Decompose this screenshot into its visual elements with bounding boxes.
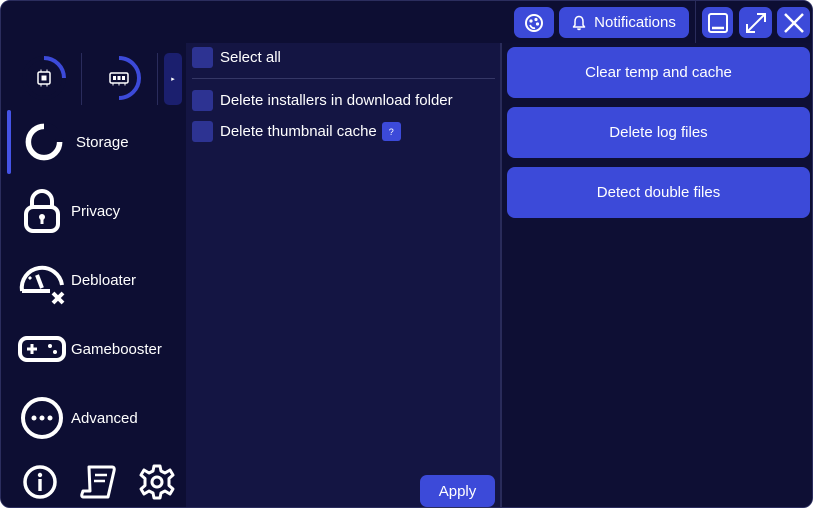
notifications-label: Notifications bbox=[594, 14, 676, 31]
sidebar-item-advanced[interactable]: Advanced bbox=[1, 386, 186, 450]
sidebar-item-debloater[interactable]: Debloater bbox=[1, 248, 186, 312]
gamepad-icon bbox=[18, 336, 66, 362]
maximize-icon bbox=[745, 12, 766, 33]
select-all-row[interactable]: Select all bbox=[192, 47, 281, 68]
settings-gear-icon[interactable] bbox=[138, 463, 176, 501]
more-icon bbox=[21, 397, 63, 439]
option-checkbox[interactable] bbox=[192, 90, 213, 111]
sidebar-item-label: Privacy bbox=[71, 202, 121, 220]
info-icon[interactable] bbox=[21, 463, 59, 501]
option-label: Delete installers in download folder bbox=[220, 92, 453, 109]
detect-double-files-button[interactable]: Detect double files bbox=[507, 167, 810, 218]
script-icon[interactable] bbox=[79, 463, 117, 501]
sidebar-item-label: Storage bbox=[76, 133, 129, 151]
gauge-remove-icon bbox=[19, 265, 65, 305]
select-all-checkbox[interactable] bbox=[192, 47, 213, 68]
gauge-divider bbox=[81, 53, 82, 105]
help-badge[interactable]: ? bbox=[381, 122, 401, 141]
gauge-divider bbox=[157, 53, 158, 105]
sidebar-item-label: Gamebooster bbox=[71, 340, 162, 358]
cpu-icon bbox=[37, 69, 51, 87]
cleanup-options-panel: Select all Delete installers in download… bbox=[186, 43, 500, 507]
sidebar-item-gamebooster[interactable]: Gamebooster bbox=[1, 317, 186, 381]
bell-icon bbox=[572, 15, 586, 30]
sidebar-item-privacy[interactable]: Privacy bbox=[1, 179, 186, 243]
minimize-icon bbox=[707, 12, 728, 33]
storage-ring-icon bbox=[25, 122, 64, 161]
select-all-label: Select all bbox=[220, 49, 281, 66]
lock-icon bbox=[24, 189, 60, 233]
option-checkbox[interactable] bbox=[192, 121, 213, 142]
option-label: Delete thumbnail cache bbox=[220, 123, 377, 140]
apply-button[interactable]: Apply bbox=[420, 475, 495, 507]
palette-icon bbox=[525, 13, 543, 32]
sidebar-item-label: Advanced bbox=[71, 409, 138, 427]
option-row[interactable]: Delete thumbnail cache ? bbox=[192, 121, 401, 142]
divider bbox=[192, 78, 495, 79]
app-window: Notifications ▸ Storage Privacy Debloate… bbox=[0, 0, 813, 508]
sidebar-item-label: Debloater bbox=[71, 271, 137, 289]
notifications-button[interactable]: Notifications bbox=[559, 7, 689, 38]
sidebar-item-storage[interactable]: Storage bbox=[1, 110, 186, 174]
title-bar[interactable]: Notifications bbox=[1, 1, 812, 43]
maximize-button[interactable] bbox=[739, 7, 772, 38]
minimize-button[interactable] bbox=[702, 7, 733, 38]
clear-temp-button[interactable]: Clear temp and cache bbox=[507, 47, 810, 98]
theme-button[interactable] bbox=[514, 7, 554, 38]
title-bar-divider bbox=[695, 1, 696, 43]
close-button[interactable] bbox=[777, 7, 810, 38]
expand-sidebar-button[interactable]: ▸ bbox=[164, 53, 182, 105]
delete-log-files-button[interactable]: Delete log files bbox=[507, 107, 810, 158]
option-row[interactable]: Delete installers in download folder bbox=[192, 90, 453, 111]
ram-icon bbox=[109, 72, 129, 86]
actions-panel: Clear temp and cache Delete log files De… bbox=[502, 43, 812, 507]
sidebar: ▸ Storage Privacy Debloater Gamebooster … bbox=[1, 43, 186, 507]
cpu-usage-gauge bbox=[22, 56, 66, 100]
close-icon bbox=[783, 12, 804, 33]
ram-usage-gauge bbox=[109, 56, 141, 100]
